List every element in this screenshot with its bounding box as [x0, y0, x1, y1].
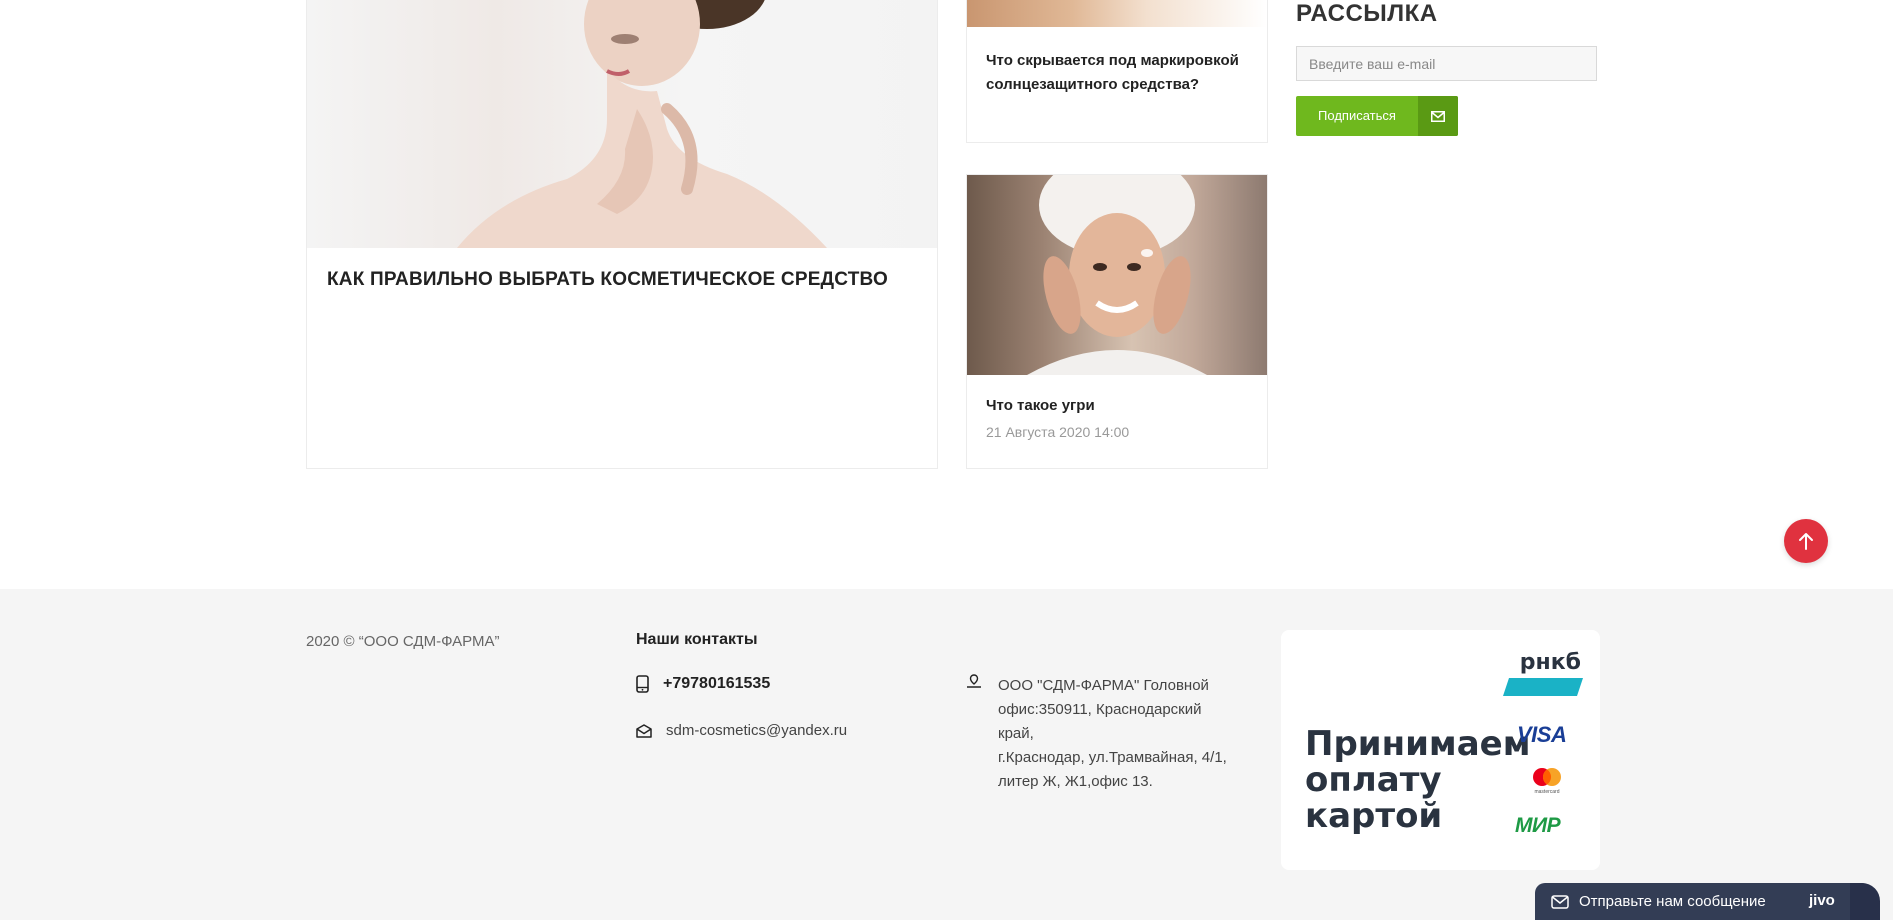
- article-card-sunscreen[interactable]: Что скрывается под маркировкой солнцезащ…: [966, 0, 1268, 143]
- copyright: 2020 © “ООО СДМ-ФАРМА”: [306, 633, 500, 650]
- address-line: литер Ж, Ж1,офис 13.: [998, 773, 1153, 790]
- email-address[interactable]: sdm-cosmetics@yandex.ru: [666, 722, 847, 739]
- address-line: офис:350911, Краснодарский: [998, 701, 1202, 718]
- location-pin-icon: [966, 674, 982, 693]
- office-address: ООО "СДМ-ФАРМА" Головной офис:350911, Кр…: [998, 674, 1248, 794]
- featured-article-card[interactable]: КАК ПРАВИЛЬНО ВЫБРАТЬ КОСМЕТИЧЕСКОЕ СРЕД…: [306, 0, 938, 469]
- article-image-acne[interactable]: [967, 175, 1267, 375]
- subscribe-button[interactable]: Подписаться: [1296, 96, 1458, 136]
- address-line: г.Краснодар, ул.Трамвайная, 4/1,: [998, 749, 1227, 766]
- chat-widget-label: Отправьте нам сообщение: [1579, 893, 1766, 910]
- scroll-to-top-button[interactable]: [1784, 519, 1828, 563]
- chat-widget-button[interactable]: Отправьте нам сообщение jivo: [1535, 883, 1880, 920]
- mail-icon: [636, 723, 652, 738]
- article-image-sunscreen[interactable]: [967, 0, 1267, 27]
- jivo-logo: jivo: [1809, 892, 1835, 909]
- article-date: 21 Августа 2020 14:00: [986, 424, 1130, 440]
- address-line: край,: [998, 725, 1034, 742]
- phone-contact[interactable]: +79780161535: [636, 675, 770, 693]
- subscribe-button-label: Подписаться: [1318, 108, 1396, 123]
- article-card-acne[interactable]: Что такое угри 21 Августа 2020 14:00: [966, 174, 1268, 469]
- featured-article-image[interactable]: [307, 0, 937, 248]
- article-title[interactable]: Что скрывается под маркировкой солнцезащ…: [986, 49, 1256, 97]
- payment-methods-card: Принимаем оплату картой рнкб VISA master…: [1281, 630, 1600, 870]
- phone-number[interactable]: +79780161535: [663, 675, 770, 693]
- visa-logo: VISA: [1517, 722, 1567, 747]
- newsletter-email-input[interactable]: [1296, 46, 1597, 81]
- chat-envelope-icon: [1551, 894, 1569, 909]
- payment-text: Принимаем оплату картой: [1305, 724, 1531, 836]
- rnkb-logo: рнкб: [1503, 650, 1583, 696]
- footer: [0, 589, 1893, 920]
- mastercard-logo: mastercard: [1527, 766, 1567, 796]
- article-title[interactable]: Что такое угри: [986, 397, 1256, 414]
- email-contact[interactable]: sdm-cosmetics@yandex.ru: [636, 722, 847, 739]
- address-line: ООО "СДМ-ФАРМА" Головной: [998, 677, 1209, 694]
- newsletter-heading: РАССЫЛКА: [1296, 0, 1438, 27]
- payment-text-line: картой: [1305, 796, 1443, 836]
- featured-article-title[interactable]: КАК ПРАВИЛЬНО ВЫБРАТЬ КОСМЕТИЧЕСКОЕ СРЕД…: [327, 269, 917, 291]
- payment-text-line: Принимаем: [1305, 724, 1531, 764]
- envelope-icon: [1418, 96, 1458, 136]
- chat-widget-edge: [1850, 883, 1880, 920]
- contacts-heading: Наши контакты: [636, 631, 758, 648]
- svg-text:mastercard: mastercard: [1534, 789, 1559, 795]
- mir-logo: МИР: [1515, 814, 1561, 837]
- arrow-up-icon: [1799, 533, 1813, 550]
- mobile-phone-icon: [636, 675, 649, 693]
- payment-text-line: оплату: [1305, 760, 1442, 800]
